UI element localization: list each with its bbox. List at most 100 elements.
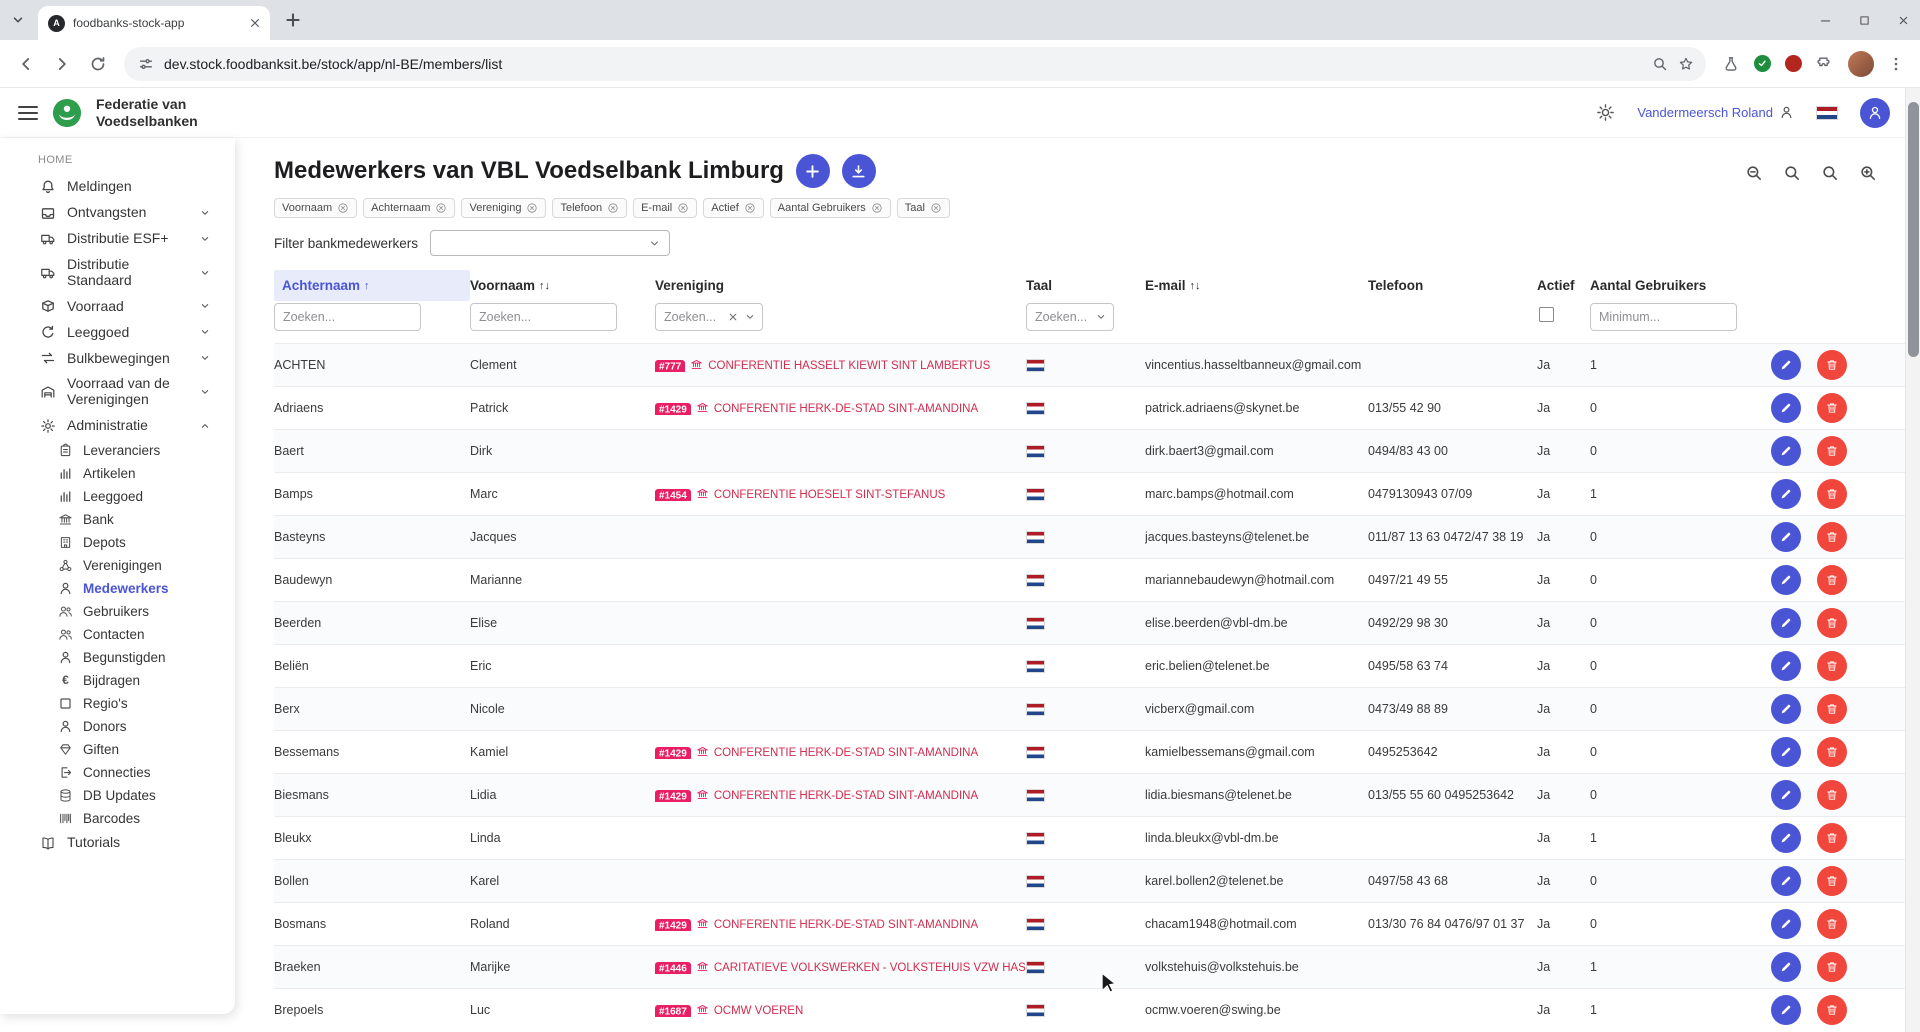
sidebar-item-tutorials[interactable]: Tutorials (0, 830, 235, 856)
vereniging-link[interactable]: CONFERENTIE HASSELT KIEWIT SINT LAMBERTU… (708, 360, 990, 372)
sidebar-item-voorraad-van-de-verenigingen[interactable]: Voorraad van de Verenigingen (0, 371, 235, 412)
puzzle-extensions-icon[interactable] (1816, 55, 1834, 73)
delete-button[interactable] (1817, 393, 1847, 423)
clear-icon[interactable] (727, 311, 739, 323)
edit-button[interactable] (1771, 995, 1801, 1025)
remove-chip-icon[interactable] (435, 202, 447, 214)
sidebar-item-depots[interactable]: Depots (0, 531, 235, 554)
sidebar-item-begunstigden[interactable]: Begunstigden (0, 646, 235, 669)
site-settings-icon[interactable] (138, 56, 154, 72)
delete-button[interactable] (1817, 823, 1847, 853)
column-header-achternaam[interactable]: Achternaam↑ (274, 270, 470, 301)
vereniging-link[interactable]: CONFERENTIE HOESELT SINT-STEFANUS (714, 489, 946, 501)
chevron-down-icon[interactable] (1095, 311, 1107, 323)
edit-button[interactable] (1771, 436, 1801, 466)
remove-chip-icon[interactable] (607, 202, 619, 214)
forward-button[interactable] (46, 48, 78, 80)
refresh-button[interactable] (82, 48, 114, 80)
vereniging-link[interactable]: CONFERENTIE HERK-DE-STAD SINT-AMANDINA (714, 747, 978, 759)
edit-button[interactable] (1771, 909, 1801, 939)
green-check-extension-icon[interactable] (1754, 55, 1771, 72)
edit-button[interactable] (1771, 479, 1801, 509)
sidebar-item-ontvangsten[interactable]: Ontvangsten (0, 200, 235, 226)
edit-button[interactable] (1771, 651, 1801, 681)
remove-chip-icon[interactable] (871, 202, 883, 214)
sidebar-item-bijdragen[interactable]: €Bijdragen (0, 669, 235, 692)
edit-button[interactable] (1771, 393, 1801, 423)
bookmark-star-icon[interactable] (1678, 56, 1694, 72)
remove-chip-icon[interactable] (930, 202, 942, 214)
delete-button[interactable] (1817, 651, 1847, 681)
sidebar-item-voorraad[interactable]: Voorraad (0, 293, 235, 319)
voornaam-filter-input[interactable] (470, 303, 617, 331)
sidebar-item-giften[interactable]: Giften (0, 738, 235, 761)
back-button[interactable] (10, 48, 42, 80)
lens-search-icon[interactable] (1652, 56, 1668, 72)
sidebar-item-distributie-standaard[interactable]: Distributie Standaard (0, 252, 235, 293)
browser-tab[interactable]: A foodbanks-stock-app (38, 6, 270, 40)
delete-button[interactable] (1817, 737, 1847, 767)
red-dot-extension-icon[interactable] (1785, 55, 1802, 72)
tab-close-icon[interactable] (248, 16, 262, 30)
edit-button[interactable] (1771, 866, 1801, 896)
delete-button[interactable] (1817, 866, 1847, 896)
remove-chip-icon[interactable] (526, 202, 538, 214)
tab-search-chevron-icon[interactable] (10, 12, 26, 28)
edit-button[interactable] (1771, 522, 1801, 552)
delete-button[interactable] (1817, 995, 1847, 1025)
actief-filter-checkbox[interactable] (1539, 307, 1554, 322)
minimize-icon[interactable] (1819, 14, 1832, 27)
sidebar-item-donors[interactable]: Donors (0, 715, 235, 738)
sidebar-item-bank[interactable]: Bank (0, 508, 235, 531)
achternaam-filter-input[interactable] (274, 303, 421, 331)
sidebar-item-leveranciers[interactable]: Leveranciers (0, 439, 235, 462)
column-header-actief[interactable]: Actief (1537, 270, 1590, 301)
new-tab-icon[interactable] (284, 11, 302, 29)
delete-button[interactable] (1817, 565, 1847, 595)
search-icon[interactable] (1821, 164, 1839, 182)
delete-button[interactable] (1817, 522, 1847, 552)
edit-button[interactable] (1771, 780, 1801, 810)
edit-button[interactable] (1771, 737, 1801, 767)
zoom-reset-icon[interactable] (1783, 164, 1801, 182)
sidebar-item-artikelen[interactable]: Artikelen (0, 462, 235, 485)
hamburger-menu-icon[interactable] (18, 106, 38, 120)
flask-extension-icon[interactable] (1722, 55, 1740, 73)
column-header-vereniging[interactable]: Vereniging (655, 270, 1026, 301)
sidebar-item-barcodes[interactable]: Barcodes (0, 807, 235, 830)
maximize-icon[interactable] (1858, 14, 1871, 27)
chevron-down-icon[interactable] (744, 311, 756, 323)
delete-button[interactable] (1817, 780, 1847, 810)
vereniging-link[interactable]: CONFERENTIE HERK-DE-STAD SINT-AMANDINA (714, 403, 978, 415)
sidebar-item-regio-s[interactable]: Regio's (0, 692, 235, 715)
delete-button[interactable] (1817, 479, 1847, 509)
sidebar-item-administratie[interactable]: Administratie (0, 413, 235, 439)
delete-button[interactable] (1817, 909, 1847, 939)
add-member-button[interactable] (796, 154, 830, 188)
page-scrollbar[interactable] (1905, 88, 1920, 1032)
export-download-button[interactable] (842, 154, 876, 188)
sidebar-item-leeggoed[interactable]: Leeggoed (0, 319, 235, 345)
sidebar-item-db-updates[interactable]: DB Updates (0, 784, 235, 807)
close-icon[interactable] (1897, 14, 1910, 27)
theme-toggle-sun-icon[interactable] (1596, 103, 1615, 122)
remove-chip-icon[interactable] (677, 202, 689, 214)
column-header-telefoon[interactable]: Telefoon (1368, 270, 1537, 301)
remove-chip-icon[interactable] (744, 202, 756, 214)
edit-button[interactable] (1771, 952, 1801, 982)
vereniging-link[interactable]: CARITATIEVE VOLKSWERKEN - VOLKSTEHUIS VZ… (714, 962, 1026, 974)
vereniging-link[interactable]: CONFERENTIE HERK-DE-STAD SINT-AMANDINA (714, 919, 978, 931)
filter-bank-select[interactable] (430, 230, 670, 256)
remove-chip-icon[interactable] (337, 202, 349, 214)
delete-button[interactable] (1817, 436, 1847, 466)
sidebar-item-medewerkers[interactable]: Medewerkers (0, 577, 235, 600)
delete-button[interactable] (1817, 350, 1847, 380)
taal-filter-combo[interactable]: Zoeken... (1026, 303, 1114, 331)
edit-button[interactable] (1771, 608, 1801, 638)
sidebar-item-connecties[interactable]: Connecties (0, 761, 235, 784)
column-header-voornaam[interactable]: Voornaam↑↓ (470, 270, 655, 301)
address-bar[interactable]: dev.stock.foodbanksit.be/stock/app/nl-BE… (124, 47, 1706, 81)
sidebar-item-gebruikers[interactable]: Gebruikers (0, 600, 235, 623)
vereniging-link[interactable]: OCMW VOEREN (714, 1005, 803, 1017)
column-header-aantal-gebruikers[interactable]: Aantal Gebruikers (1590, 270, 1765, 301)
